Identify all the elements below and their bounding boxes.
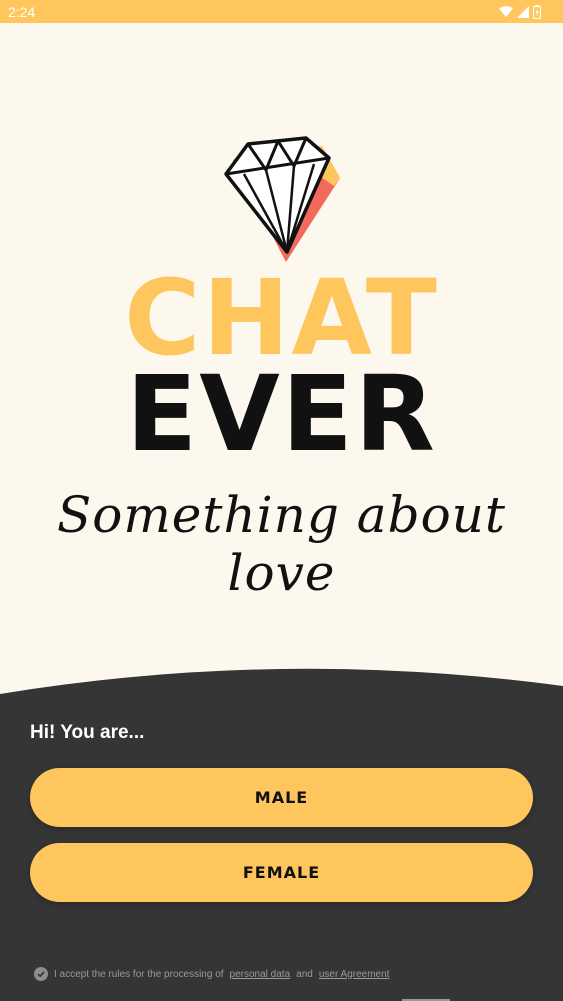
user-agreement-link[interactable]: user Agreement — [319, 969, 390, 980]
female-button[interactable]: FEMALE — [30, 843, 533, 902]
consent-row: I accept the rules for the processing of… — [34, 967, 389, 981]
personal-data-link[interactable]: personal data — [230, 969, 291, 980]
greeting-text: Hi! You are... — [30, 722, 145, 743]
status-bar: 2:24 — [0, 0, 563, 23]
status-time: 2:24 — [8, 4, 36, 20]
male-button[interactable]: MALE — [30, 768, 533, 827]
logo-title-ever: EVER — [126, 353, 437, 475]
battery-icon — [533, 4, 541, 19]
signal-icon — [517, 5, 529, 18]
wifi-icon — [499, 5, 513, 17]
status-icons — [499, 4, 541, 19]
panel-background — [0, 668, 563, 1001]
consent-text: I accept the rules for the processing of — [54, 968, 224, 980]
diamond-icon — [224, 136, 340, 262]
consent-checkbox[interactable] — [34, 967, 48, 981]
checkmark-icon — [37, 971, 45, 978]
gender-selection-panel: Hi! You are... MALE FEMALE I accept the … — [0, 668, 563, 1001]
logo-tagline: Something about love — [57, 486, 506, 602]
consent-and-text: and — [296, 968, 313, 980]
